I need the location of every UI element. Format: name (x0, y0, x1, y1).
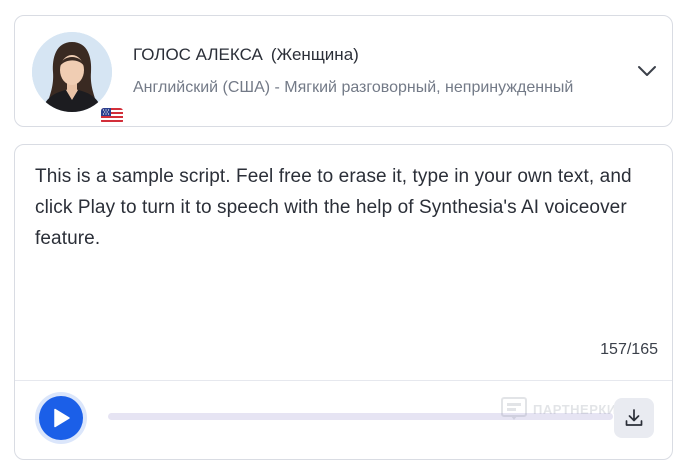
play-button[interactable] (39, 396, 83, 440)
voice-title: ГОЛОС АЛЕКСА (Женщина) (133, 45, 359, 65)
us-flag-icon (101, 108, 123, 124)
download-button[interactable] (614, 398, 654, 438)
watermark-logo-icon (501, 397, 527, 420)
voice-gender: (Женщина) (270, 45, 359, 64)
watermark: ПАРТНЕРКИН (501, 397, 627, 421)
play-icon (54, 408, 70, 428)
script-textarea[interactable]: This is a sample script. Feel free to er… (35, 161, 655, 254)
download-icon (625, 409, 643, 426)
voice-selector[interactable]: ГОЛОС АЛЕКСА (Женщина) Английский (США) -… (14, 15, 673, 127)
chevron-down-icon[interactable] (636, 63, 658, 79)
voice-name: ГОЛОС АЛЕКСА (133, 45, 263, 64)
voice-avatar (32, 32, 112, 112)
character-counter: 157/165 (600, 341, 658, 358)
script-editor: This is a sample script. Feel free to er… (14, 144, 673, 460)
divider (15, 380, 672, 381)
voice-description: Английский (США) - Мягкий разговорный, н… (133, 79, 574, 96)
watermark-text: ПАРТНЕРКИН (533, 401, 627, 417)
